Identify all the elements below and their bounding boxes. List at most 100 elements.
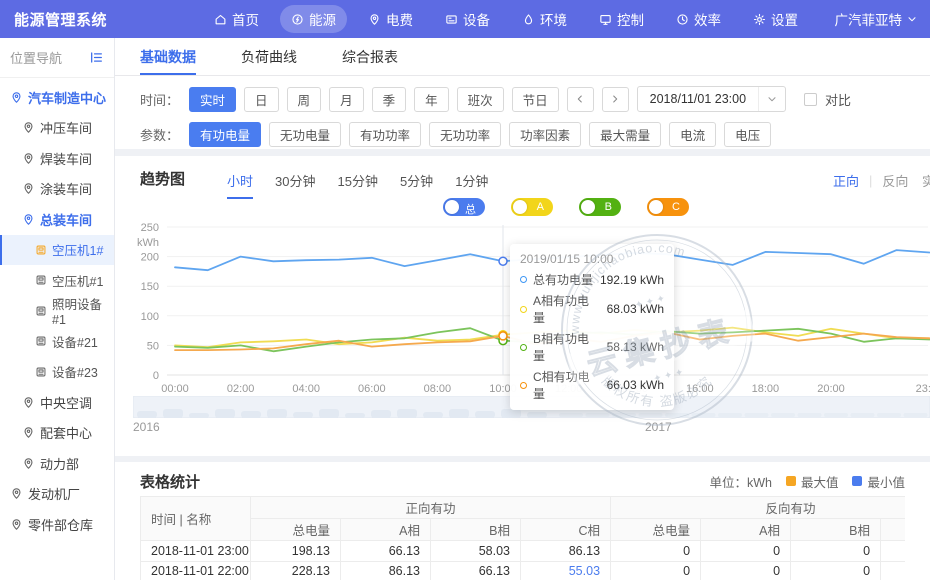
tab-bar: 基础数据 负荷曲线 综合报表 — [115, 38, 930, 76]
top-nav: 首页 能源 电费 设备环境控制效率 设置 — [203, 5, 809, 33]
sidebar-item-label: 焊装车间 — [40, 149, 92, 168]
main-content: 基础数据负荷曲线综合报表 时间： 实时日周月季年班次节日 2018/11/01 … — [115, 38, 930, 580]
next-period-button[interactable] — [602, 87, 629, 112]
sidebar-item-4[interactable]: 总装车间 — [0, 204, 114, 235]
time-option-7[interactable]: 节日 — [512, 87, 559, 112]
sidebar-item-2[interactable]: 焊装车间 — [0, 143, 114, 174]
sidebar-item-9[interactable]: 设备#23 — [0, 357, 114, 388]
sidebar-item-13[interactable]: 发动机厂 — [0, 479, 114, 510]
tab-2[interactable]: 综合报表 — [342, 38, 398, 75]
cell-value: 0 — [611, 541, 701, 562]
svg-text:0: 0 — [153, 370, 159, 382]
sidebar-header: 位置导航 — [0, 38, 114, 78]
nav-item-6[interactable]: 效率 — [665, 5, 732, 33]
direction-1[interactable]: 反向 — [882, 171, 908, 190]
date-picker[interactable]: 2018/11/01 23:00 — [637, 86, 786, 112]
sidebar-item-11[interactable]: 配套中心 — [0, 418, 114, 449]
company-selector[interactable]: 广汽菲亚特 — [835, 9, 930, 29]
sidebar-item-8[interactable]: 设备#21 — [0, 326, 114, 357]
nav-item-5[interactable]: 控制 — [588, 5, 655, 33]
sidebar-item-14[interactable]: 零件部仓库 — [0, 509, 114, 540]
time-option-1[interactable]: 日 — [244, 87, 279, 112]
param-option-2[interactable]: 有功功率 — [349, 122, 421, 147]
sidebar-item-6[interactable]: 空压机#1 — [0, 265, 114, 296]
param-option-7[interactable]: 电压 — [724, 122, 771, 147]
interval-tab-0[interactable]: 小时 — [227, 171, 253, 199]
param-filter-row: 参数： 有功电量无功电量有功功率无功功率功率因素最大需量电流电压 — [140, 121, 930, 147]
time-option-0[interactable]: 实时 — [189, 87, 236, 112]
tooltip-series-name: B相有功电量 — [533, 330, 601, 364]
interval-tab-3[interactable]: 5分钟 — [400, 171, 433, 199]
nav-item-label: 电费 — [386, 9, 413, 29]
sidebar-item-12[interactable]: 动力部 — [0, 448, 114, 479]
interval-tabs: 小时 30分钟 15分钟 5分钟 1分钟 — [227, 171, 488, 199]
nav-item-1[interactable]: 能源 — [280, 5, 347, 33]
time-option-5[interactable]: 年 — [414, 87, 449, 112]
device-icon — [445, 13, 458, 26]
direction-0[interactable]: 正向 — [833, 171, 859, 190]
compare-checkbox[interactable] — [804, 93, 817, 106]
sidebar-item-label: 冲压车间 — [40, 118, 92, 137]
min-legend: 最小值 — [852, 472, 905, 491]
col-header-0-3: C相 — [521, 519, 611, 541]
top-bar: 能源管理系统 首页能源电费设备环境控制效率设置 广汽菲亚特 — [0, 0, 930, 38]
time-option-3[interactable]: 月 — [329, 87, 364, 112]
nav-item-label: 首页 — [232, 9, 259, 29]
sidebar-item-7[interactable]: 照明设备#1 — [0, 296, 114, 327]
cell-value: 0 — [611, 561, 701, 580]
chevron-right-icon — [609, 93, 621, 105]
cell-value: 66.13 — [431, 561, 521, 580]
nav-item-0[interactable]: 首页 — [203, 5, 270, 33]
col-header-0-1: A相 — [341, 519, 431, 541]
svg-text:04:00: 04:00 — [292, 383, 320, 395]
tab-0[interactable]: 基础数据 — [140, 38, 196, 75]
interval-tab-2[interactable]: 15分钟 — [337, 171, 377, 199]
time-option-2[interactable]: 周 — [287, 87, 322, 112]
time-option-4[interactable]: 季 — [372, 87, 407, 112]
sidebar-item-0[interactable]: 汽车制造中心 — [0, 82, 114, 113]
cell-value: 55.03 — [521, 561, 611, 580]
nav-item-label: 设置 — [771, 9, 798, 29]
stats-table-panel: 表格统计 单位：kWh 最大值 最小值 时间 | 名称正向有功反向有功总电量A相… — [115, 462, 930, 580]
pin-icon — [10, 518, 23, 531]
interval-tab-1[interactable]: 30分钟 — [275, 171, 315, 199]
param-option-3[interactable]: 无功功率 — [429, 122, 501, 147]
svg-text:250: 250 — [141, 222, 159, 234]
sidebar-item-label: 空压机1# — [52, 240, 103, 259]
col-header-0-2: B相 — [431, 519, 521, 541]
param-option-1[interactable]: 无功电量 — [269, 122, 341, 147]
sidebar-item-label: 设备#23 — [52, 362, 98, 381]
interval-tab-4[interactable]: 1分钟 — [455, 171, 488, 199]
col-header-1-0: 总电量 — [611, 519, 701, 541]
chart-title: 趋势图 — [140, 168, 185, 189]
sidebar-item-10[interactable]: 中央空调 — [0, 387, 114, 418]
sidebar-item-3[interactable]: 涂装车间 — [0, 174, 114, 205]
sidebar-item-5[interactable]: 空压机1# — [0, 235, 114, 266]
nav-item-4[interactable]: 环境 — [511, 5, 578, 33]
nav-item-2[interactable]: 电费 — [357, 5, 424, 33]
param-option-0[interactable]: 有功电量 — [189, 122, 261, 147]
date-value: 2018/11/01 23:00 — [638, 92, 758, 106]
param-option-4[interactable]: 功率因素 — [509, 122, 581, 147]
param-option-5[interactable]: 最大需量 — [589, 122, 661, 147]
sidebar-item-1[interactable]: 冲压车间 — [0, 113, 114, 144]
meter-icon — [35, 305, 47, 317]
nav-item-3[interactable]: 设备 — [434, 5, 501, 33]
time-option-6[interactable]: 班次 — [457, 87, 504, 112]
pin-icon — [22, 152, 35, 165]
svg-text:200: 200 — [141, 252, 159, 264]
nav-item-7[interactable]: 设置 — [742, 5, 809, 33]
cell-value — [881, 541, 905, 562]
meter-icon — [35, 335, 47, 347]
compare-label: 对比 — [825, 90, 851, 109]
series-dot-icon — [520, 344, 527, 351]
max-color-swatch — [786, 476, 796, 486]
param-option-6[interactable]: 电流 — [669, 122, 716, 147]
trend-chart-panel: 趋势图 小时30分钟15分钟5分钟1分钟 正向|反向 实 总ABC 2016 2… — [115, 156, 930, 456]
prev-period-button[interactable] — [567, 87, 594, 112]
tab-1[interactable]: 负荷曲线 — [241, 38, 297, 75]
sidebar-item-label: 涂装车间 — [40, 179, 92, 198]
chevron-left-icon — [574, 93, 586, 105]
tooltip-row-2: B相有功电量58.13 kWh — [520, 330, 664, 364]
collapse-icon[interactable] — [89, 50, 104, 65]
